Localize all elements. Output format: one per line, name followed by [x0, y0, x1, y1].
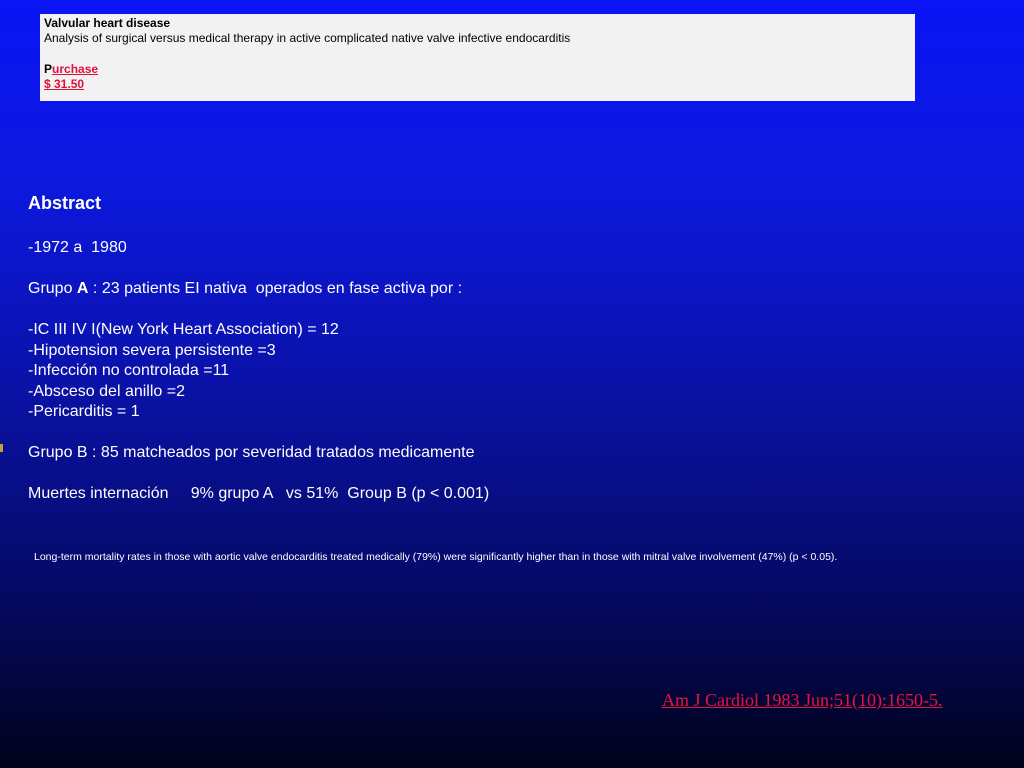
- criteria-item: -Absceso del anillo =2: [28, 382, 185, 400]
- deaths-line: Muertes internación 9% grupo A vs 51% Gr…: [28, 485, 490, 502]
- price-link[interactable]: $ 31.50: [44, 77, 911, 92]
- purchase-line: Purchase: [44, 62, 911, 77]
- group-b-line: Grupo B : 85 matcheados por severidad tr…: [28, 444, 475, 461]
- years-line: -1972 a 1980: [28, 239, 127, 256]
- group-a-prefix: Grupo: [28, 280, 77, 297]
- purchase-link[interactable]: urchase: [52, 62, 98, 76]
- criteria-item: -Hipotension severa persistente =3: [28, 341, 276, 359]
- criteria-item: -IC III IV I(New York Heart Association)…: [28, 321, 339, 338]
- abstract-section: Abstract -1972 a 1980 Grupo A : 23 patie…: [28, 192, 489, 505]
- criteria-item: -Infección no controlada =11: [28, 362, 230, 379]
- group-a-line: Grupo A : 23 patients EI nativa operados…: [28, 279, 489, 300]
- abstract-heading: Abstract: [28, 193, 102, 213]
- edge-mark: [0, 444, 3, 452]
- purchase-prefix: P: [44, 62, 53, 76]
- mortality-note: Long-term mortality rates in those with …: [34, 551, 838, 563]
- criteria-item: -Pericarditis = 1: [28, 403, 140, 420]
- article-title: Analysis of surgical versus medical ther…: [44, 31, 571, 45]
- article-header-box: Valvular heart disease Analysis of surgi…: [40, 14, 915, 101]
- citation-link[interactable]: Am J Cardiol 1983 Jun;51(10):1650-5.: [662, 690, 943, 711]
- group-a-text: : 23 patients EI nativa operados en fase…: [88, 280, 463, 297]
- section-title: Valvular heart disease: [44, 16, 171, 30]
- group-a-letter: A: [76, 280, 89, 297]
